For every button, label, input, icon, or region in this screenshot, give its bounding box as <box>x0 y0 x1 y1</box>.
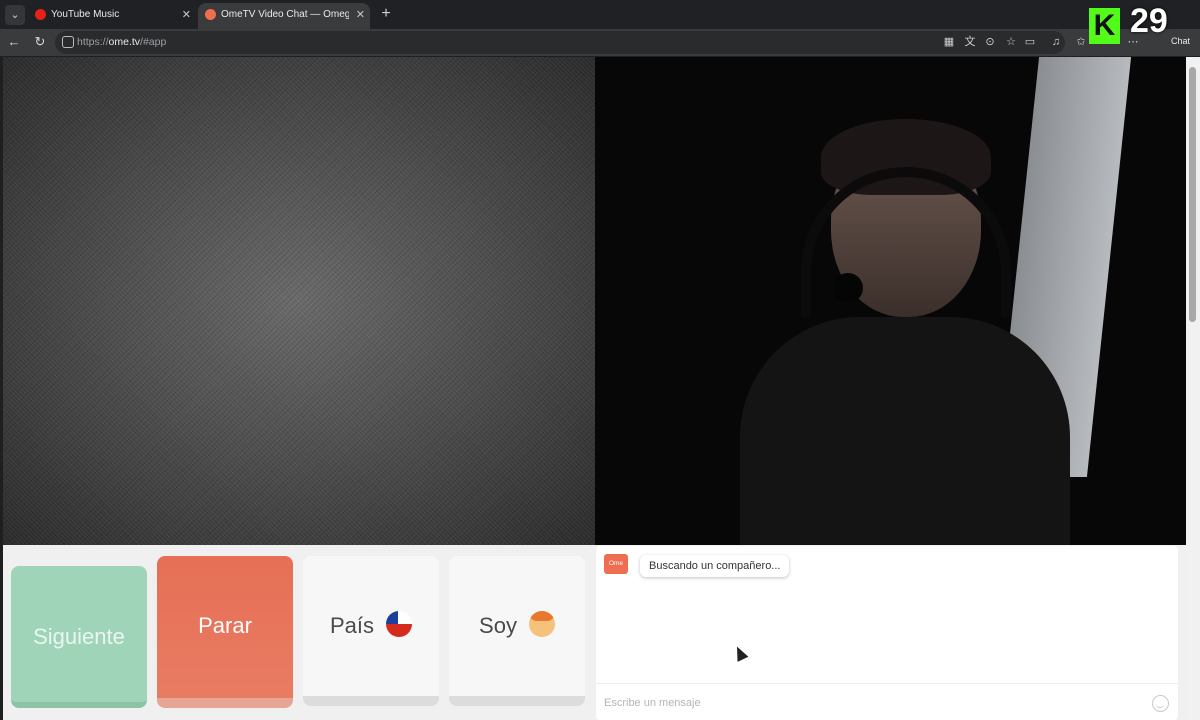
chile-flag-icon <box>386 611 413 637</box>
ometv-logo-icon: Ome TV <box>604 554 628 587</box>
tab-title: OmeTV Video Chat — Omegle <box>221 9 349 20</box>
message-input[interactable] <box>604 691 1134 715</box>
tab-title: YouTube Music <box>51 9 120 20</box>
stop-label: Parar <box>198 613 252 638</box>
chat-input-bar <box>596 683 1178 720</box>
address-bar[interactable]: https://ome.tv/#app <box>55 31 1065 54</box>
headset-mic <box>833 273 863 303</box>
extensions-icon[interactable]: ⊙ <box>983 35 997 49</box>
status-message: Buscando un compañero... <box>640 555 790 577</box>
favorites-icon[interactable]: ✩ <box>1074 35 1088 49</box>
apps-icon[interactable]: ▦ <box>942 35 956 49</box>
copilot-chat-label[interactable]: Chat <box>1171 36 1190 46</box>
boy-icon <box>528 611 555 637</box>
emoji-picker-icon[interactable] <box>1152 695 1169 712</box>
tab-youtube-music[interactable]: YouTube Music ✕ <box>28 3 196 29</box>
self-webcam-video <box>595 57 1186 545</box>
viewer-count: 29 <box>1130 2 1168 40</box>
gender-label: Soy <box>479 613 517 638</box>
tab-strip: ⌄ YouTube Music ✕ OmeTV Video Chat — Ome… <box>0 0 1200 29</box>
headset <box>801 167 1011 317</box>
back-arrow-icon[interactable]: ← <box>5 33 23 51</box>
bookmark-star-icon[interactable]: ☆ <box>1004 35 1018 49</box>
youtube-music-icon <box>35 9 46 20</box>
page-scrollbar[interactable] <box>1186 57 1200 720</box>
ometv-icon <box>205 9 216 20</box>
tab-search-menu-icon[interactable]: ⌄ <box>5 5 25 25</box>
ometv-page: Siguiente Parar País Soy Ome TV Buscando… <box>3 57 1186 720</box>
country-label: País <box>329 613 375 638</box>
new-tab-button[interactable]: + <box>377 3 395 25</box>
person-torso <box>740 317 1070 545</box>
site-info-icon[interactable] <box>62 36 74 48</box>
gender-button[interactable]: Soy <box>449 556 585 706</box>
tab-close-icon[interactable]: ✕ <box>356 3 365 27</box>
camera-icon[interactable]: ▭ <box>1023 35 1037 49</box>
tab-ometv[interactable]: OmeTV Video Chat — Omegle ✕ <box>198 3 370 29</box>
chat-panel: Ome TV Buscando un compañero... <box>596 546 1178 720</box>
country-button[interactable]: País <box>303 556 439 706</box>
scrollbar-thumb[interactable] <box>1189 67 1196 322</box>
kick-logo-icon: K <box>1089 8 1120 44</box>
media-icon[interactable]: ♫ <box>1049 35 1063 49</box>
next-button[interactable]: Siguiente <box>11 566 147 708</box>
url-text: https://ome.tv/#app <box>77 36 167 48</box>
stranger-video-static <box>3 57 595 545</box>
translate-icon[interactable]: 文 <box>963 35 977 49</box>
browser-toolbar: ← ↻ https://ome.tv/#app ▦ 文 ⊙ ☆ ▭ ♫ ✩ ⋯ <box>0 29 1200 56</box>
static-noise <box>3 57 595 545</box>
tab-close-icon[interactable]: ✕ <box>182 3 191 27</box>
reload-icon[interactable]: ↻ <box>31 33 49 51</box>
stop-button[interactable]: Parar <box>157 556 293 708</box>
next-label: Siguiente <box>33 624 125 649</box>
